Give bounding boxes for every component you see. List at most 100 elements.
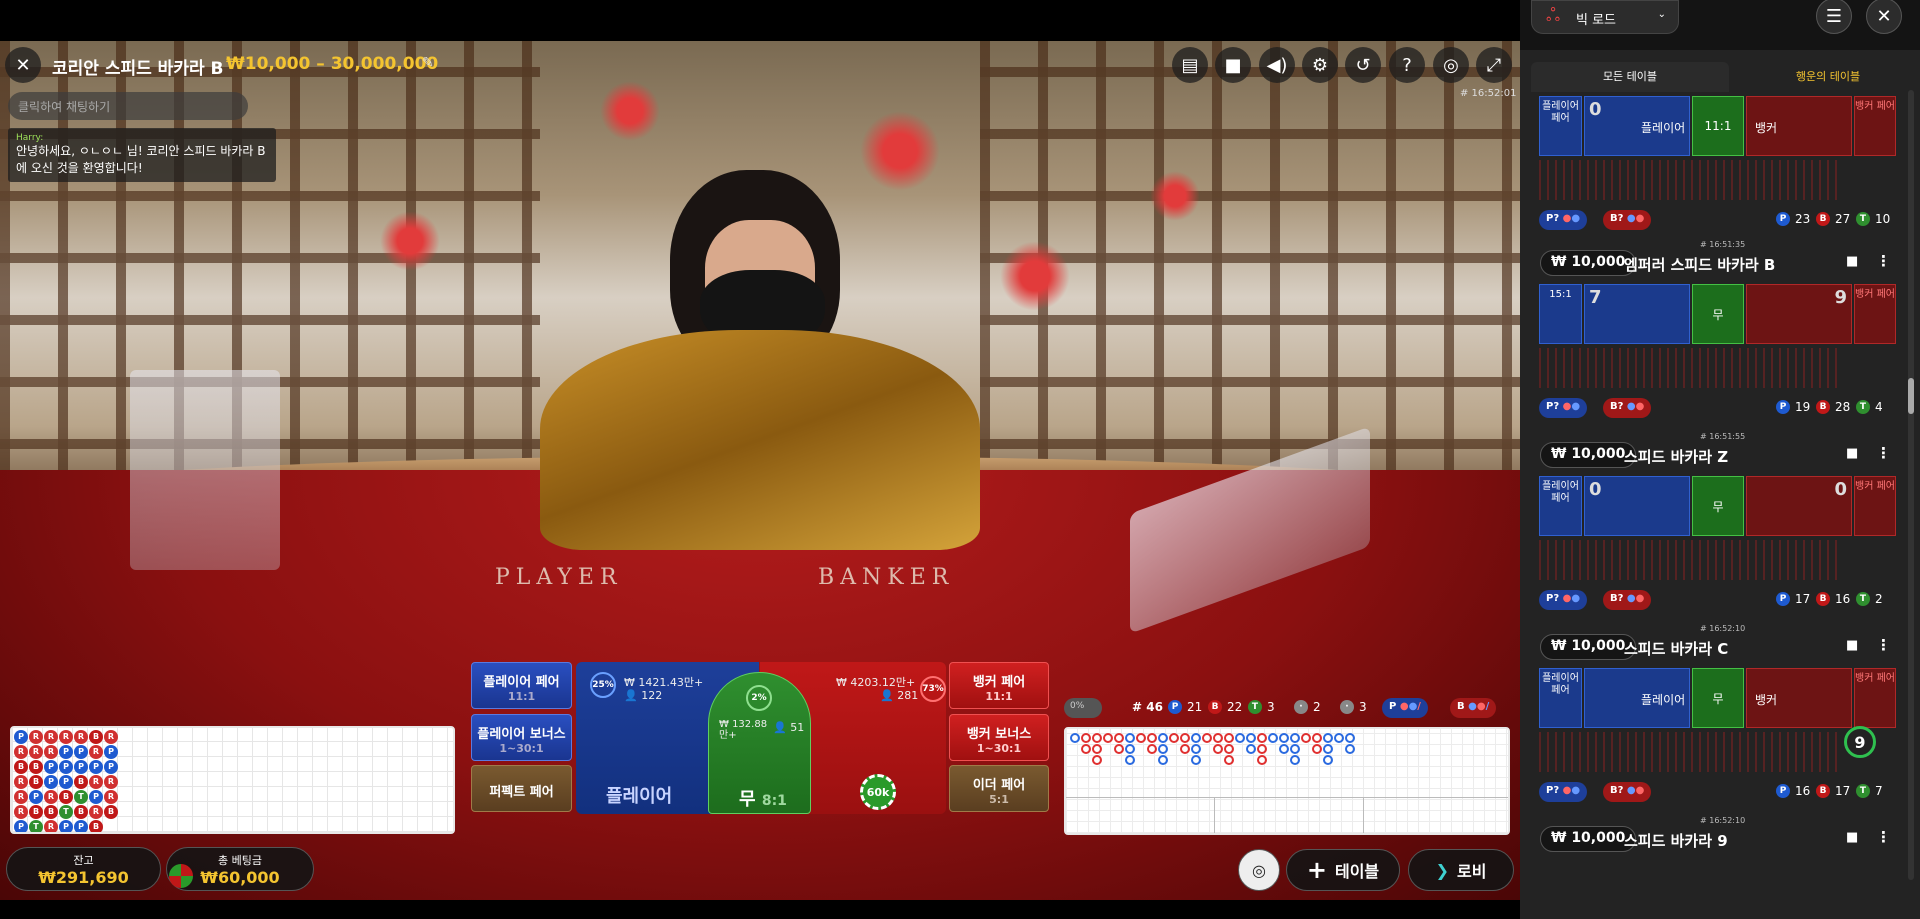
road-type-select[interactable]: ஃ 빅 로드 ⌄ bbox=[1531, 0, 1679, 34]
tab-lucky-tables[interactable]: 행운의 테이블 bbox=[1729, 62, 1920, 92]
player-amount: ₩ 1421.43만+ bbox=[624, 676, 704, 689]
tab-all-tables[interactable]: 모든 테이블 bbox=[1531, 62, 1729, 92]
more-options-icon[interactable]: ⋮ bbox=[1876, 252, 1891, 270]
banker-score: 0 bbox=[1834, 479, 1847, 500]
player-prediction[interactable]: P ●●/ bbox=[1382, 698, 1428, 718]
mini-tie-bet[interactable]: 무 bbox=[1692, 476, 1744, 536]
pin-icon[interactable]: ✎ bbox=[422, 55, 434, 71]
table-timestamp: # 16:52:10 bbox=[1700, 624, 1746, 633]
big-road[interactable] bbox=[1064, 727, 1510, 835]
mini-tie-bet[interactable]: 무 bbox=[1692, 668, 1744, 728]
fullscreen-button[interactable]: ⤢ bbox=[1476, 47, 1512, 83]
bead-result: R bbox=[59, 730, 73, 744]
big-road-mark bbox=[1323, 733, 1333, 743]
camera-icon[interactable]: ■ bbox=[1846, 254, 1858, 269]
lobby-button[interactable]: ❯ 로비 bbox=[1408, 849, 1514, 891]
chip-tray-button[interactable]: ◎ bbox=[1238, 849, 1280, 891]
table-name[interactable]: 엠퍼러 스피드 바카라 B bbox=[1624, 254, 1775, 275]
road-toggle[interactable]: 0% bbox=[1064, 698, 1102, 718]
more-options-icon[interactable]: ⋮ bbox=[1876, 636, 1891, 654]
mini-player-bet[interactable]: 0 bbox=[1584, 476, 1690, 536]
sound-button[interactable]: ◀) bbox=[1259, 47, 1295, 83]
big-road-mark bbox=[1103, 733, 1113, 743]
camera-icon[interactable]: ■ bbox=[1846, 446, 1858, 461]
chevron-down-icon: ⌄ bbox=[1657, 9, 1666, 20]
tie-count-value: 7 bbox=[1875, 784, 1883, 798]
mini-banker-bet[interactable]: 9 bbox=[1746, 284, 1852, 344]
player-pair-bet[interactable]: 플레이어 페어 11:1 bbox=[471, 662, 572, 709]
banker-prediction[interactable]: B ●●/ bbox=[1450, 698, 1497, 718]
close-game-button[interactable]: ✕ bbox=[5, 47, 41, 83]
more-options-icon[interactable]: ⋮ bbox=[1876, 828, 1891, 846]
mini-player-pair[interactable]: 플레이어 페어 bbox=[1539, 668, 1582, 728]
table-name[interactable]: 스피드 바카라 9 bbox=[1624, 830, 1728, 851]
add-table-button[interactable]: + 테이블 bbox=[1286, 849, 1400, 891]
player-prediction[interactable]: P? ●● bbox=[1539, 782, 1588, 802]
support-button[interactable]: ◎ bbox=[1433, 47, 1469, 83]
banker-prediction-label: B? bbox=[1610, 785, 1624, 796]
mini-player-bet[interactable]: 0 플레이어 bbox=[1584, 96, 1690, 156]
player-prediction-label: P? bbox=[1546, 213, 1560, 224]
banker-bonus-label: 뱅커 보너스 bbox=[966, 727, 1032, 742]
bead-result: R bbox=[89, 775, 103, 789]
bead-road[interactable]: PRRRRBRRRRPPRPBBPPPPPRBPPBRRRPRBTPRRBBTB… bbox=[10, 726, 455, 834]
chat-input[interactable]: 클릭하여 채팅하기 bbox=[8, 92, 248, 120]
either-pair-bet[interactable]: 이더 페어 5:1 bbox=[949, 765, 1049, 812]
mini-banker-pair[interactable]: 뱅커 페어 bbox=[1854, 668, 1896, 728]
mini-tie-bet[interactable]: 11:1 bbox=[1692, 96, 1744, 156]
more-options-icon[interactable]: ⋮ bbox=[1876, 444, 1891, 462]
help-button[interactable]: ? bbox=[1389, 47, 1425, 83]
banker-prediction-label: B? bbox=[1610, 401, 1624, 412]
mini-banker-pair[interactable]: 뱅커 페어 bbox=[1854, 476, 1896, 536]
player-pair-value: 3 bbox=[1359, 700, 1367, 714]
player-label: 플레이어 bbox=[1641, 121, 1686, 135]
banker-bonus-bet[interactable]: 뱅커 보너스 1~30:1 bbox=[949, 714, 1049, 761]
player-label: 플레이어 bbox=[606, 786, 673, 807]
player-bonus-bet[interactable]: 플레이어 보너스 1~30:1 bbox=[471, 714, 572, 761]
banker-prediction[interactable]: B? ●● bbox=[1603, 398, 1652, 418]
player-score: 0 bbox=[1589, 99, 1602, 120]
mini-banker-bet[interactable]: 뱅커 bbox=[1746, 96, 1852, 156]
panel-scrollbar[interactable] bbox=[1908, 90, 1914, 880]
big-road-mark bbox=[1290, 744, 1300, 754]
banker-prediction[interactable]: B? ●● bbox=[1603, 590, 1652, 610]
mini-banker-pair[interactable]: 뱅커 페어 bbox=[1854, 96, 1896, 156]
mini-banker-bet[interactable]: 뱅커 bbox=[1746, 668, 1852, 728]
mini-player-bet[interactable]: 7 bbox=[1584, 284, 1690, 344]
banker-label: 뱅커 bbox=[1755, 121, 1778, 135]
bet-limits[interactable]: ₩10,000 – 30,000,000 bbox=[226, 54, 438, 74]
big-road-mark bbox=[1224, 744, 1234, 754]
mini-player-bet[interactable]: 플레이어 bbox=[1584, 668, 1690, 728]
camera-icon[interactable]: ■ bbox=[1846, 830, 1858, 845]
mini-banker-pair[interactable]: 뱅커 페어 bbox=[1854, 284, 1896, 344]
placed-chip[interactable]: 60k bbox=[860, 774, 896, 810]
perfect-pair-bet[interactable]: 퍼펙트 페어 bbox=[471, 765, 572, 812]
big-road-mark bbox=[1257, 733, 1267, 743]
tie-bet[interactable]: 2% ₩ 132.88 만+ 👤 51 무 8:1 bbox=[708, 672, 811, 814]
round-count: # 46 bbox=[1132, 700, 1163, 714]
close-icon: ✕ bbox=[1876, 5, 1892, 27]
mini-player-pair[interactable]: 플레이어 페어 bbox=[1539, 476, 1582, 536]
player-prediction[interactable]: P? ●● bbox=[1539, 210, 1588, 230]
table-min-bet: ₩ 10,000 bbox=[1540, 826, 1637, 852]
camera-icon[interactable]: ■ bbox=[1846, 638, 1858, 653]
video-button[interactable]: ■ bbox=[1215, 47, 1251, 83]
big-road-mark bbox=[1257, 755, 1267, 765]
chat-button[interactable]: ▤ bbox=[1172, 47, 1208, 83]
player-prediction[interactable]: P? ●● bbox=[1539, 398, 1588, 418]
big-road-mark bbox=[1312, 744, 1322, 754]
mini-player-pair[interactable]: 플레이어 페어 bbox=[1539, 96, 1582, 156]
mini-player-pair[interactable]: 15:1 bbox=[1539, 284, 1582, 344]
player-wins: P 21 bbox=[1168, 700, 1202, 714]
banker-prediction[interactable]: B? ●● bbox=[1603, 782, 1652, 802]
mini-banker-bet[interactable]: 0 bbox=[1746, 476, 1852, 536]
table-name[interactable]: 스피드 바카라 Z bbox=[1624, 446, 1728, 467]
mini-tie-bet[interactable]: 무 bbox=[1692, 284, 1744, 344]
player-prediction[interactable]: P? ●● bbox=[1539, 590, 1588, 610]
banker-pair-bet[interactable]: 뱅커 페어 11:1 bbox=[949, 662, 1049, 709]
scroll-thumb[interactable] bbox=[1908, 378, 1914, 414]
table-name[interactable]: 스피드 바카라 C bbox=[1624, 638, 1728, 659]
history-button[interactable]: ↺ bbox=[1345, 47, 1381, 83]
banker-prediction[interactable]: B? ●● bbox=[1603, 210, 1652, 230]
settings-button[interactable]: ⚙ bbox=[1302, 47, 1338, 83]
